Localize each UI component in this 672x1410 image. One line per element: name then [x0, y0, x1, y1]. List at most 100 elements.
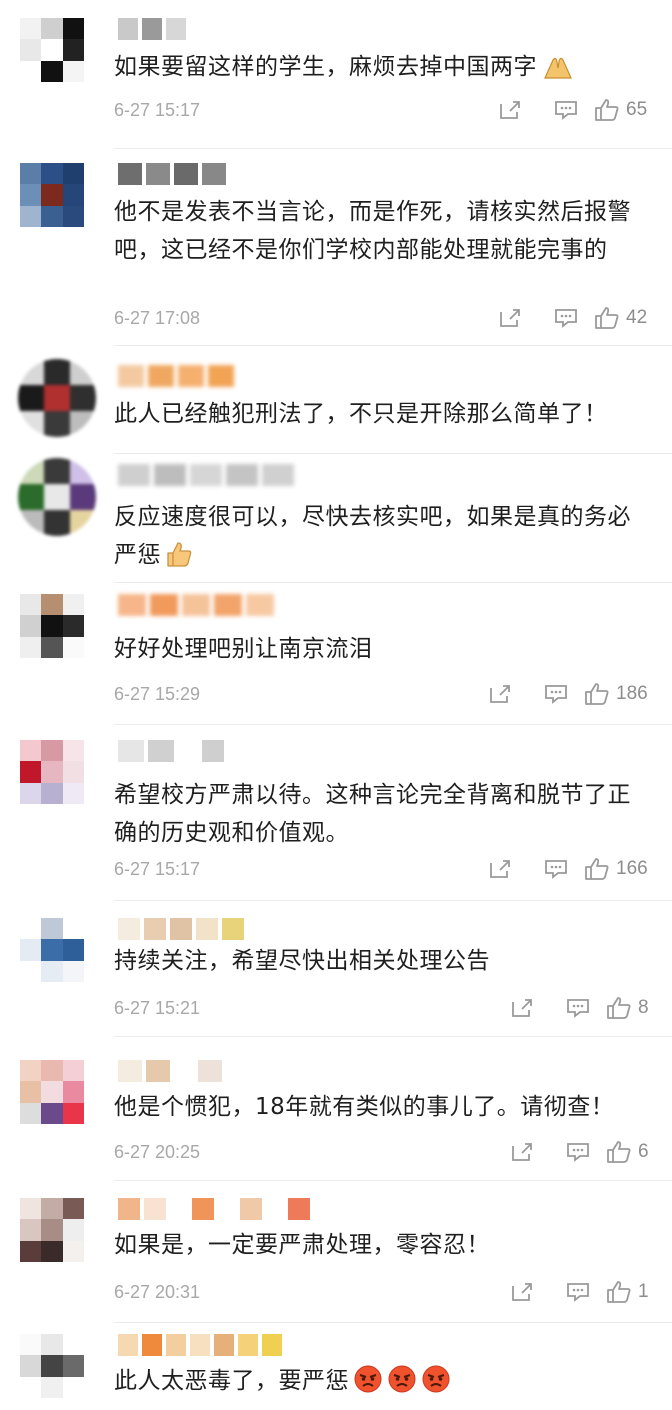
comment-text: 反应速度很可以，尽快去核实吧，如果是真的务必严惩 [114, 498, 644, 580]
avatar[interactable] [18, 458, 96, 536]
username-pixelated[interactable] [118, 918, 244, 940]
divider [114, 148, 672, 149]
comment-meta: 6-27 20:31 1 [114, 1280, 654, 1310]
username-pixelated[interactable] [118, 1198, 310, 1220]
comment-actions: 65 [482, 98, 654, 122]
divider [114, 1322, 672, 1323]
comment-text: 希望校方严肃以待。这种言论完全背离和脱节了正确的历史观和价值观。 [114, 782, 631, 846]
timestamp: 6-27 17:08 [114, 308, 201, 328]
like-button[interactable]: 42 [594, 306, 654, 330]
avatar[interactable] [20, 1198, 84, 1262]
avatar[interactable] [20, 594, 84, 658]
timestamp: 6-27 15:29 [114, 684, 201, 704]
comment-icon[interactable] [528, 684, 584, 704]
comment-icon[interactable] [528, 859, 584, 879]
like-count: 65 [626, 99, 648, 120]
comment-text: 此人已经触犯刑法了，不只是开除那么简单了！ [114, 401, 608, 427]
like-count: 186 [616, 683, 648, 704]
username-pixelated[interactable] [118, 1334, 282, 1356]
thumbs-up-icon [584, 857, 610, 881]
like-button[interactable]: 166 [584, 857, 654, 881]
avatar[interactable] [20, 918, 84, 982]
divider [114, 345, 672, 346]
comment-actions: 42 [482, 306, 654, 330]
share-icon[interactable] [494, 1282, 550, 1302]
thumbs-up-icon [606, 1280, 632, 1304]
like-count: 6 [638, 1141, 649, 1162]
timestamp: 6-27 20:31 [114, 1282, 201, 1302]
like-button[interactable]: 6 [606, 1140, 654, 1164]
username-pixelated[interactable] [118, 464, 294, 486]
comment-text: 此人太恶毒了，要严惩 [114, 1362, 644, 1406]
share-icon[interactable] [472, 859, 528, 879]
divider [114, 1180, 672, 1181]
comment-actions: 186 [472, 682, 654, 706]
timestamp: 6-27 15:17 [114, 859, 201, 879]
avatar[interactable] [20, 1334, 84, 1398]
comment-actions: 166 [472, 857, 654, 881]
avatar[interactable] [20, 1060, 84, 1124]
username-pixelated[interactable] [118, 1060, 222, 1082]
thumbs-up-icon [606, 1140, 632, 1164]
comment-actions: 8 [494, 996, 654, 1020]
like-button[interactable]: 186 [584, 682, 654, 706]
thumbs-up-icon [594, 306, 620, 330]
divider [114, 1036, 672, 1037]
angry-face-icon [421, 1364, 451, 1406]
comment-text: 好好处理吧别让南京流泪 [114, 636, 373, 662]
share-icon[interactable] [472, 684, 528, 704]
timestamp: 6-27 15:17 [114, 100, 201, 120]
share-icon[interactable] [482, 308, 538, 328]
comment-icon[interactable] [538, 100, 594, 120]
like-count: 166 [616, 858, 648, 879]
username-pixelated[interactable] [118, 594, 274, 616]
like-count: 42 [626, 307, 648, 328]
divider [114, 724, 672, 725]
username-pixelated[interactable] [118, 365, 234, 387]
angry-face-icon [353, 1364, 383, 1406]
avatar[interactable] [20, 163, 84, 227]
like-button[interactable]: 8 [606, 996, 654, 1020]
thumbs-up-icon [584, 682, 610, 706]
username-pixelated[interactable] [118, 18, 186, 40]
divider [114, 900, 672, 901]
username-pixelated[interactable] [118, 740, 224, 762]
comment-text: 他是个惯犯，18年就有类似的事儿了。请彻查！ [114, 1094, 615, 1120]
like-button[interactable]: 65 [594, 98, 654, 122]
comment-meta: 6-27 15:21 8 [114, 996, 654, 1026]
thumbs-up-icon [165, 540, 193, 580]
timestamp: 6-27 20:25 [114, 1142, 201, 1162]
comment-text: 如果是，一定要严肃处理，零容忍！ [114, 1232, 490, 1258]
comment-icon[interactable] [550, 1282, 606, 1302]
comment-icon[interactable] [550, 1142, 606, 1162]
comment-actions: 6 [494, 1140, 654, 1164]
divider [114, 582, 672, 583]
comment-meta: 6-27 20:25 6 [114, 1140, 654, 1170]
comment-meta: 6-27 15:17 65 [114, 98, 654, 128]
share-icon[interactable] [494, 1142, 550, 1162]
comment-meta: 6-27 15:17 166 [114, 857, 654, 887]
username-pixelated[interactable] [118, 163, 226, 185]
thumbs-up-icon [606, 996, 632, 1020]
comment-meta: 6-27 15:29 186 [114, 682, 654, 712]
comment-meta: 6-27 17:08 42 [114, 306, 654, 336]
avatar[interactable] [20, 18, 84, 82]
comment-actions: 1 [494, 1280, 654, 1304]
like-count: 1 [638, 1281, 649, 1302]
comment-text: 持续关注，希望尽快出相关处理公告 [114, 948, 490, 974]
pray-hands-icon [541, 54, 573, 92]
angry-face-icon [387, 1364, 417, 1406]
like-count: 8 [638, 997, 649, 1018]
comment-icon[interactable] [538, 308, 594, 328]
timestamp: 6-27 15:21 [114, 998, 201, 1018]
thumbs-up-icon [594, 98, 620, 122]
comment-text: 如果要留这样的学生，麻烦去掉中国两字 [114, 48, 644, 92]
comment-text: 他不是发表不当言论，而是作死，请核实然后报警吧，这已经不是你们学校内部能处理就能… [114, 199, 631, 263]
comment-icon[interactable] [550, 998, 606, 1018]
like-button[interactable]: 1 [606, 1280, 654, 1304]
divider [114, 453, 672, 454]
avatar[interactable] [18, 359, 96, 437]
share-icon[interactable] [494, 998, 550, 1018]
share-icon[interactable] [482, 100, 538, 120]
avatar[interactable] [20, 740, 84, 804]
